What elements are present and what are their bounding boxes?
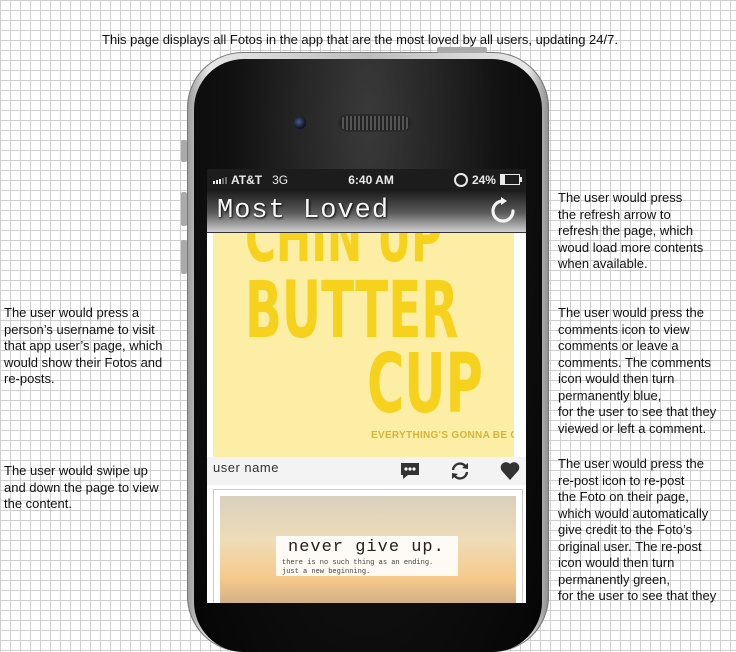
repost-annotation: The user would press the re-post icon to… bbox=[558, 456, 717, 603]
status-bar: AT&T 3G 6:40 AM 24% bbox=[207, 169, 526, 190]
battery-percent: 24% bbox=[471, 172, 496, 187]
volume-up-button bbox=[181, 192, 187, 226]
comments-annotation: The user would press the comments icon t… bbox=[558, 305, 717, 436]
refresh-icon[interactable] bbox=[488, 196, 518, 226]
power-button bbox=[437, 47, 487, 53]
comment-icon[interactable] bbox=[399, 460, 421, 482]
page-description-note: This page displays all Fotos in the app … bbox=[102, 32, 618, 47]
carrier-label: AT&T bbox=[231, 172, 263, 187]
quote-subtext: there is no such thing as an ending. jus… bbox=[282, 559, 434, 576]
refresh-annotation: The user would press the refresh arrow t… bbox=[558, 190, 704, 271]
page-title: Most Loved bbox=[217, 196, 390, 226]
volume-down-button bbox=[181, 240, 187, 274]
swipe-annotation: The user would swipe up and down the pag… bbox=[4, 463, 159, 511]
nav-bar: Most Loved bbox=[207, 190, 526, 233]
front-camera bbox=[294, 117, 306, 129]
battery-icon bbox=[499, 174, 522, 185]
earpiece-speaker bbox=[340, 116, 410, 130]
post-card-never-give-up[interactable]: never give up. there is no such thing as… bbox=[213, 489, 523, 603]
poster-text-line3: CUP bbox=[367, 337, 483, 432]
signal-icon bbox=[213, 175, 227, 184]
clock: 6:40 AM bbox=[348, 172, 394, 187]
quote-box: never give up. there is no such thing as… bbox=[276, 536, 458, 576]
app-screen[interactable]: AT&T 3G 6:40 AM 24% Most Loved CHIN UP B… bbox=[207, 169, 526, 603]
quote-text: never give up. bbox=[288, 538, 445, 557]
username-link[interactable]: user name bbox=[213, 460, 279, 475]
post-image-chin-up[interactable]: CHIN UP BUTTER CUP EVERYTHING'S GONNA BE… bbox=[213, 233, 514, 459]
username-annotation: The user would press a person’s username… bbox=[4, 305, 163, 386]
repost-icon[interactable] bbox=[449, 460, 471, 482]
heart-icon[interactable] bbox=[499, 460, 521, 482]
rotation-lock-icon bbox=[453, 172, 468, 187]
mute-switch bbox=[181, 140, 187, 162]
network-label: 3G bbox=[272, 172, 289, 187]
post-action-row: user name bbox=[207, 457, 526, 485]
poster-tagline: EVERYTHING'S GONNA BE OK bbox=[371, 430, 514, 441]
post-image-never-give-up: never give up. there is no such thing as… bbox=[220, 496, 516, 603]
